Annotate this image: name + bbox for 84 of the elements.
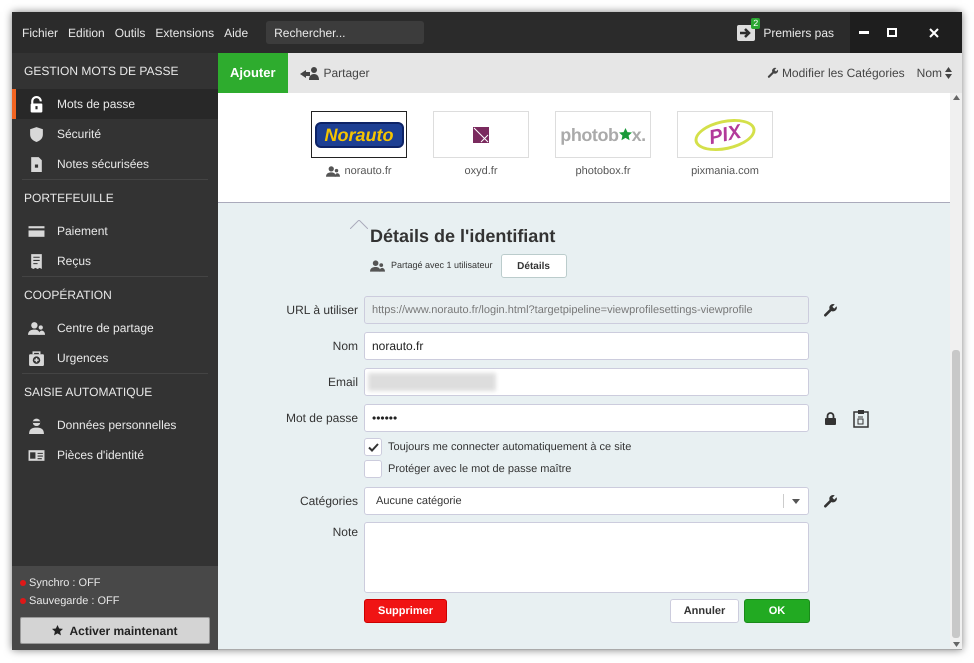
checkbox[interactable] bbox=[364, 438, 382, 456]
getting-started-link[interactable]: Premiers pas bbox=[763, 24, 834, 42]
checkmark-icon bbox=[368, 442, 378, 452]
field-label: Email bbox=[326, 374, 359, 391]
search-field[interactable]: Rechercher... bbox=[266, 21, 424, 44]
sidebar-item[interactable]: Reçus bbox=[12, 246, 218, 276]
name-field[interactable]: norauto.fr bbox=[364, 332, 809, 360]
site-tile[interactable]: PIX bbox=[677, 111, 773, 158]
close-icon bbox=[929, 28, 939, 38]
sidebar-item[interactable]: Sécurité bbox=[12, 119, 218, 149]
sort-icon bbox=[945, 67, 952, 79]
url-field[interactable]: https://www.norauto.fr/login.html?targetpipeline=viewprofilesettings-viewprofile bbox=[364, 296, 809, 324]
clipboard-icon[interactable] bbox=[853, 408, 869, 428]
shared-icon bbox=[370, 260, 385, 272]
status-text: Sauvegarde : OFF bbox=[29, 594, 120, 609]
minimize-icon bbox=[859, 31, 869, 34]
note-field[interactable] bbox=[364, 522, 809, 593]
share-icon bbox=[300, 66, 320, 80]
edit-categories-button[interactable]: Modifier les Catégories bbox=[766, 64, 905, 82]
logo bbox=[473, 126, 489, 142]
wrench-icon bbox=[766, 67, 779, 79]
sort-button[interactable]: Nom bbox=[916, 64, 952, 82]
caret-icon bbox=[792, 498, 800, 504]
menu-item[interactable]: Extensions bbox=[155, 24, 214, 42]
section-title: GESTION MOTS DE PASSE bbox=[24, 63, 178, 80]
maximize-icon bbox=[887, 28, 897, 37]
sidebar-item[interactable]: Paiement bbox=[12, 216, 218, 246]
menu-item[interactable]: Fichier bbox=[22, 24, 58, 42]
shield-icon bbox=[28, 126, 45, 142]
section-title: SAISIE AUTOMATIQUE bbox=[24, 384, 152, 401]
sidebar-item[interactable]: Pièces d'identité bbox=[12, 440, 218, 470]
menu-item[interactable]: Aide bbox=[224, 24, 248, 42]
wrench-icon[interactable] bbox=[823, 494, 838, 508]
checkbox-label: Protéger avec le mot de passe maître bbox=[388, 462, 572, 477]
checkbox-label: Toujours me connecter automatiquement à ce site bbox=[388, 440, 632, 455]
site-tile[interactable]: Norauto bbox=[311, 111, 407, 158]
first-aid-icon bbox=[28, 350, 45, 366]
delete-button[interactable]: Supprimer bbox=[364, 599, 447, 623]
site-tile[interactable] bbox=[433, 111, 529, 158]
field-label: Nom bbox=[332, 338, 359, 355]
users-icon bbox=[28, 320, 45, 336]
share-button[interactable]: Partager bbox=[300, 64, 370, 82]
sidebar-item[interactable]: Mots de passe bbox=[12, 89, 218, 119]
field-label: Note bbox=[332, 524, 359, 541]
site-name: pixmania.com bbox=[691, 164, 759, 179]
sidebar-item[interactable]: Notes sécurisées bbox=[12, 149, 218, 179]
activate-button[interactable]: Activer maintenant bbox=[20, 617, 210, 644]
receipt-icon bbox=[28, 252, 45, 270]
note-icon bbox=[28, 156, 45, 172]
site-name: norauto.fr bbox=[344, 164, 392, 179]
password-field[interactable]: •••••• bbox=[364, 404, 809, 432]
category-dropdown[interactable]: Aucune catégorie bbox=[364, 487, 809, 515]
wrench-icon[interactable] bbox=[823, 302, 838, 318]
notification-badge: 2 bbox=[751, 18, 760, 28]
field-label: Mot de passe bbox=[284, 410, 359, 427]
sidebar-item[interactable]: Données personnelles bbox=[12, 410, 218, 440]
menu-item[interactable]: Outils bbox=[114, 24, 146, 42]
sidebar-item[interactable]: Centre de partage bbox=[12, 313, 218, 343]
shared-icon bbox=[326, 166, 340, 177]
star-icon bbox=[52, 625, 64, 636]
lock-icon[interactable] bbox=[825, 412, 836, 424]
shared-text: Partagé avec 1 utilisateur bbox=[391, 259, 493, 272]
sidebar-item[interactable]: Urgences bbox=[12, 343, 218, 373]
field-label: URL à utiliser bbox=[285, 302, 359, 319]
site-name: photobox.fr bbox=[575, 164, 631, 179]
selection-pointer-icon bbox=[350, 220, 368, 229]
person-icon bbox=[28, 416, 45, 434]
email-field[interactable] bbox=[364, 368, 809, 396]
menu-item[interactable]: Edition bbox=[68, 24, 105, 42]
scrollbar[interactable] bbox=[950, 93, 962, 649]
scroll-up-icon[interactable] bbox=[952, 95, 960, 100]
logo: Norauto bbox=[314, 122, 404, 148]
lock-icon bbox=[28, 96, 45, 112]
section-title: COOPÉRATION bbox=[24, 287, 112, 304]
logo: photob x. bbox=[560, 126, 646, 144]
status-text: Synchro : OFF bbox=[29, 576, 101, 591]
field-label: Catégories bbox=[298, 493, 359, 510]
details-button[interactable]: Détails bbox=[500, 254, 567, 278]
site-name: oxyd.fr bbox=[464, 164, 498, 179]
section-title: PORTEFEUILLE bbox=[24, 190, 114, 207]
scroll-down-icon[interactable] bbox=[952, 642, 960, 647]
cancel-button[interactable]: Annuler bbox=[670, 599, 739, 623]
checkbox[interactable] bbox=[364, 460, 382, 478]
details-title: Détails de l'identifiant bbox=[370, 225, 556, 248]
